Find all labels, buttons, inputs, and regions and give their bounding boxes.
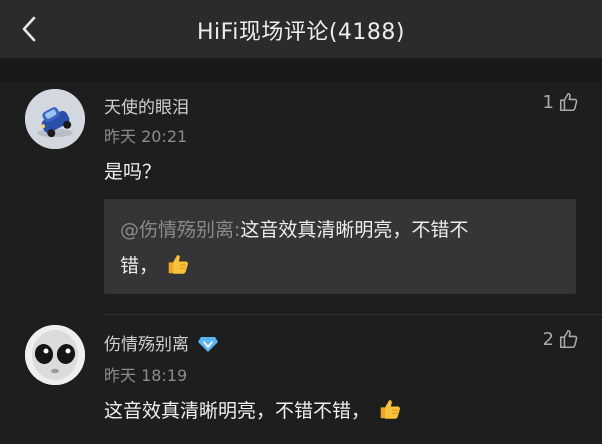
quoted-comment[interactable]: @伤情殇别离:这音效真清晰明亮，不错不 错，	[104, 199, 576, 294]
thumbs-up-icon	[559, 329, 578, 349]
like-button[interactable]: 2	[543, 328, 580, 350]
avatar[interactable]	[25, 89, 85, 149]
comment-timestamp: 昨天 18:19	[104, 366, 188, 385]
comment-username[interactable]: 伤情殇别离	[104, 330, 219, 355]
like-count: 2	[542, 328, 554, 350]
quote-mention[interactable]: @伤情殇别离:	[120, 219, 240, 241]
vip-diamond-icon	[198, 337, 218, 352]
comment-text-row: 这音效真清晰明亮，不错不错，	[104, 396, 404, 423]
quote-line-1: @伤情殇别离:这音效真清晰明亮，不错不	[120, 215, 468, 242]
alien-avatar-icon	[25, 325, 85, 385]
car-avatar-icon	[25, 89, 85, 149]
avatar[interactable]	[25, 325, 85, 385]
comment-item: 天使的眼泪 昨天 20:21 1 是吗？ @伤情殇别离:这音效真清晰明亮，不错不…	[0, 82, 602, 314]
comment-text: 是吗？	[104, 161, 162, 183]
thumbs-up-emoji-icon	[168, 255, 189, 274]
comment-text: 这音效真清晰明亮，不错不错，	[104, 400, 371, 422]
comment-username[interactable]: 天使的眼泪	[104, 93, 189, 118]
thumbs-up-icon	[559, 92, 578, 112]
quote-text-1: 这音效真清晰明亮，不错不	[240, 219, 469, 241]
like-count: 1	[542, 91, 554, 113]
page-title: HiFi现场评论(4188)	[197, 20, 405, 45]
header-bar: HiFi现场评论(4188)	[0, 0, 602, 58]
comment-item: 伤情殇别离 昨天 18:19 2 这音效真清晰明亮，不错不错，	[0, 315, 602, 444]
thumbs-up-emoji-icon	[380, 400, 401, 419]
quote-line-2: 错，	[120, 251, 192, 278]
comment-timestamp: 昨天 20:21	[104, 127, 188, 146]
like-button[interactable]: 1	[543, 91, 580, 113]
comments-page: HiFi现场评论(4188) 天使的眼泪 昨天 20:21 1 是吗？ @伤情殇…	[0, 0, 602, 444]
comment-username-text: 伤情殇别离	[104, 335, 189, 355]
quote-text-2: 错，	[120, 255, 159, 277]
section-spacer	[0, 58, 602, 82]
